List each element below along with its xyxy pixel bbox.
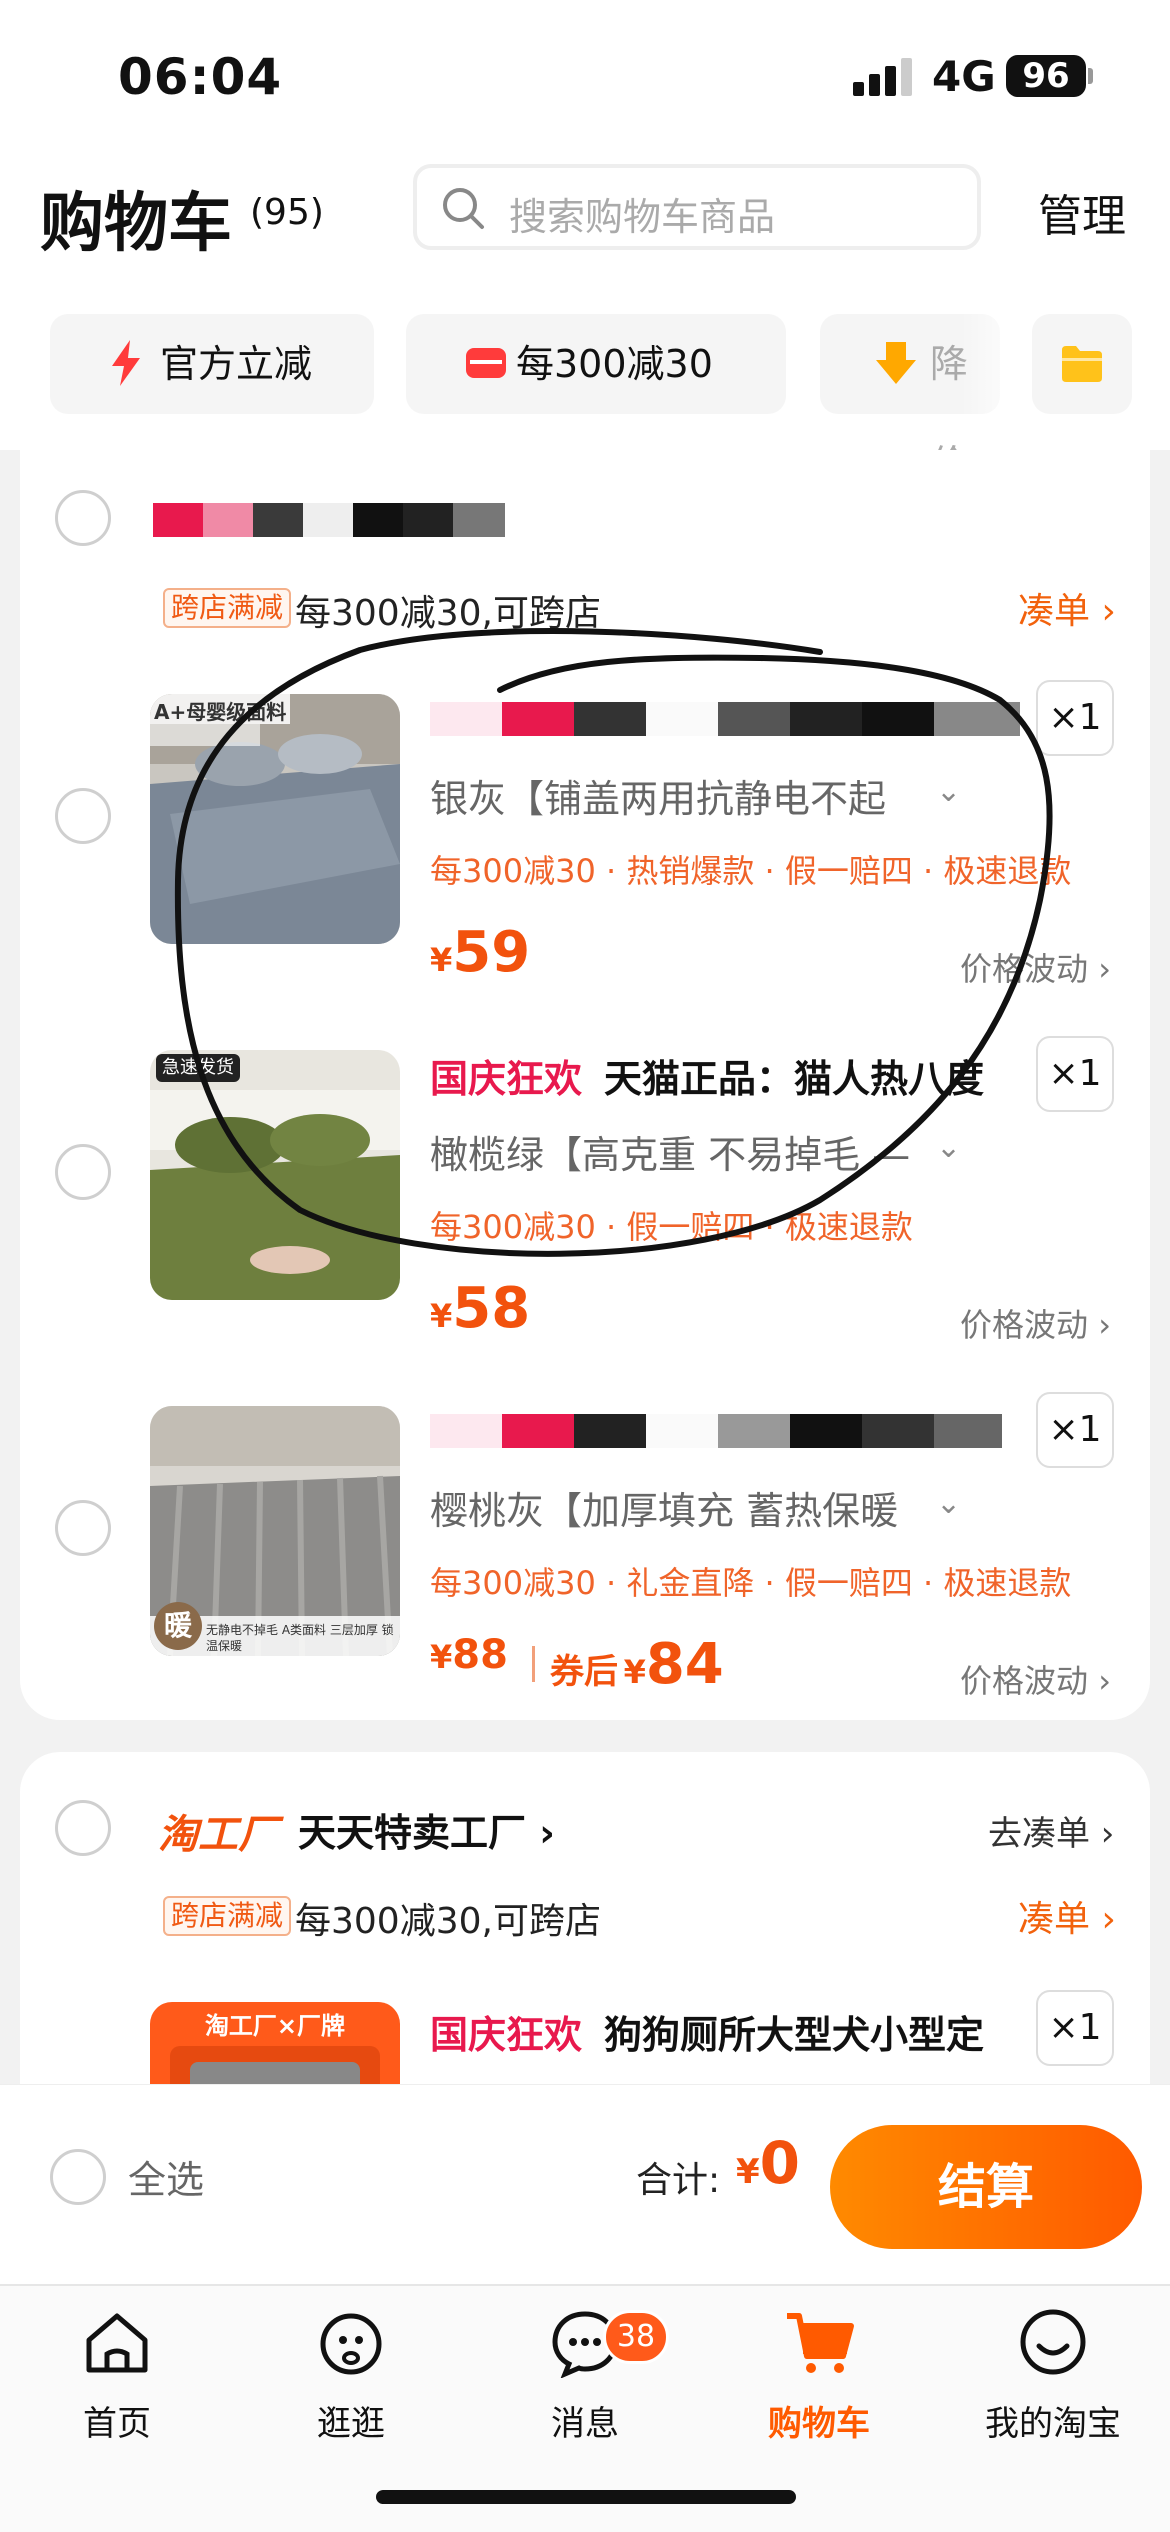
quantity-stepper[interactable]: ×1 [1036,1036,1114,1112]
chevron-down-icon[interactable]: ⌄ [936,774,961,809]
product-tags: 每300减30 · 礼金直降 · 假一赔四 · 极速退款 [430,1564,1072,1602]
fast-ship-badge: 急速发货 [156,1054,240,1082]
quantity-stepper[interactable]: ×1 [1036,680,1114,756]
promo-text: 每300减30,可跨店 [295,1901,601,1942]
home-icon [86,2313,148,2373]
product-title[interactable]: 狗狗厕所大型犬小型定 [604,2004,984,2059]
store-name: 天天特卖工厂 [298,1811,527,1855]
bedding-image [150,694,400,944]
image-caption: 无静电不掉毛 A类面料 三层加厚 锁温保暖 [206,1623,394,1653]
folder-icon [1062,346,1102,382]
cart-count: (95) [250,192,324,233]
folder-button[interactable] [1032,314,1132,414]
product-price: ¥88 [430,1632,508,1678]
go-add-items-link[interactable]: 去凑单 › [988,1806,1114,1855]
checkout-bar: 全选 合计: ¥0 结算 [0,2084,1170,2284]
store-checkbox[interactable] [55,490,111,546]
quantity-stepper[interactable]: ×1 [1036,1990,1114,2066]
promo-tag: 跨店满减 [163,588,292,628]
tab-label: 首页 [83,2404,151,2444]
search-placeholder: 搜索购物车商品 [509,195,776,239]
stroll-icon [320,2313,382,2375]
add-items-label: 凑单 [1018,1899,1091,1940]
product-checkbox[interactable] [55,1144,111,1200]
promo-title: 国庆狂欢 [430,2013,583,2057]
price-fluctuation-link[interactable]: 价格波动 › [960,1656,1111,1702]
battery-icon: 96 [1006,55,1086,97]
checkout-button[interactable]: 结算 [830,2125,1142,2249]
bedding-image [150,1050,400,1300]
product-price: ¥59 [430,920,531,985]
total-label: 合计: [636,2160,721,2201]
price-drop-icon [876,342,916,384]
product-title[interactable]: 天猫正品：猫人热八度 [604,1048,984,1103]
total-amount: ¥0 [736,2129,801,2197]
tab-label: 消息 [551,2404,619,2444]
add-items-label: 凑单 [1018,591,1091,632]
store-checkbox[interactable] [55,1800,111,1856]
message-badge: 38 [603,2310,669,2364]
promo-title: 国庆狂欢 [430,1057,583,1101]
quantity-stepper[interactable]: ×1 [1036,1392,1114,1468]
price-divider [532,1646,535,1682]
add-items-link[interactable]: 凑单 › [1018,1890,1116,1942]
store-card: 跨店满减 每300减30,可跨店 凑单 › A+母婴级面料 ×1 银灰【铺盖两用… [20,450,1150,1720]
select-all-label[interactable]: 全选 [128,2149,204,2204]
promo-text: 每300减30,可跨店 [295,593,601,634]
product-title-redacted [430,702,1020,736]
add-items-link[interactable]: 凑单 › [1018,582,1116,634]
product-checkbox[interactable] [55,788,111,844]
cart-icon [787,2313,854,2373]
product-image[interactable]: 急速发货 [150,1050,400,1300]
taogongchang-logo: 淘工厂 [158,1812,278,1858]
product-tags: 每300减30 · 假一赔四 · 极速退款 [430,1208,913,1246]
filter-chips: 官方立减 每300减30 降价 [0,300,1170,486]
profile-icon [1020,2309,1086,2375]
price-fluctuation-link[interactable]: 价格波动 › [960,944,1111,990]
cart-page: 06:04 4G 96 购物车 (95) 搜索购物车商品 管理 官方立减 每30… [0,0,1170,2532]
sku-selector[interactable]: 樱桃灰【加厚填充 蓄热保暖 [430,1480,898,1535]
chip-fade [960,314,1030,414]
image-banner: 淘工厂×厂牌 [204,2012,346,2040]
tab-label: 逛逛 [317,2404,385,2444]
chevron-down-icon[interactable]: ⌄ [936,1130,961,1165]
warm-badge: 暖 [154,1602,202,1650]
home-indicator [376,2490,796,2504]
chip-label: 官方立减 [160,342,313,386]
signal-icon [853,56,915,96]
page-title: 购物车 [40,187,232,261]
promo-tag: 跨店满减 [163,1896,292,1936]
product-image[interactable]: 暖 无静电不掉毛 A类面料 三层加厚 锁温保暖 [150,1406,400,1656]
product-checkbox[interactable] [55,1500,111,1556]
page-header: 购物车 (95) 搜索购物车商品 管理 [0,150,1170,300]
network-label: 4G [932,52,996,101]
lightning-icon [112,340,140,386]
sku-selector[interactable]: 银灰【铺盖两用抗静电不起 [430,768,886,823]
chip-300-off-30[interactable]: 每300减30 [406,314,786,414]
chip-label: 每300减30 [516,342,713,386]
coupon-icon [466,348,506,378]
store-name-link[interactable]: 天天特卖工厂 › [298,1802,555,1857]
status-bar: 06:04 4G 96 [0,0,1170,150]
search-input[interactable]: 搜索购物车商品 [413,164,981,250]
price-fluctuation-link[interactable]: 价格波动 › [960,1300,1111,1346]
chevron-down-icon[interactable]: ⌄ [936,1486,961,1521]
tab-label: 我的淘宝 [985,2404,1121,2444]
sku-selector[interactable]: 橄榄绿【高克重 不易掉毛 — [430,1124,910,1179]
product-image[interactable]: A+母婴级面料 [150,694,400,944]
search-icon [443,188,484,229]
coupon-price: 券后 ¥84 [550,1632,724,1697]
select-all-checkbox[interactable] [50,2149,106,2205]
image-overlay-text: A+母婴级面料 [154,700,287,724]
battery-cap [1088,68,1093,84]
status-time: 06:04 [118,48,283,106]
manage-button[interactable]: 管理 [1038,180,1126,244]
chip-official-discount[interactable]: 官方立减 [50,314,374,414]
store-name-redacted [153,503,505,537]
tab-label: 购物车 [768,2404,870,2444]
product-tags: 每300减30 · 热销爆款 · 假一赔四 · 极速退款 [430,852,1072,890]
product-price: ¥58 [430,1276,531,1341]
